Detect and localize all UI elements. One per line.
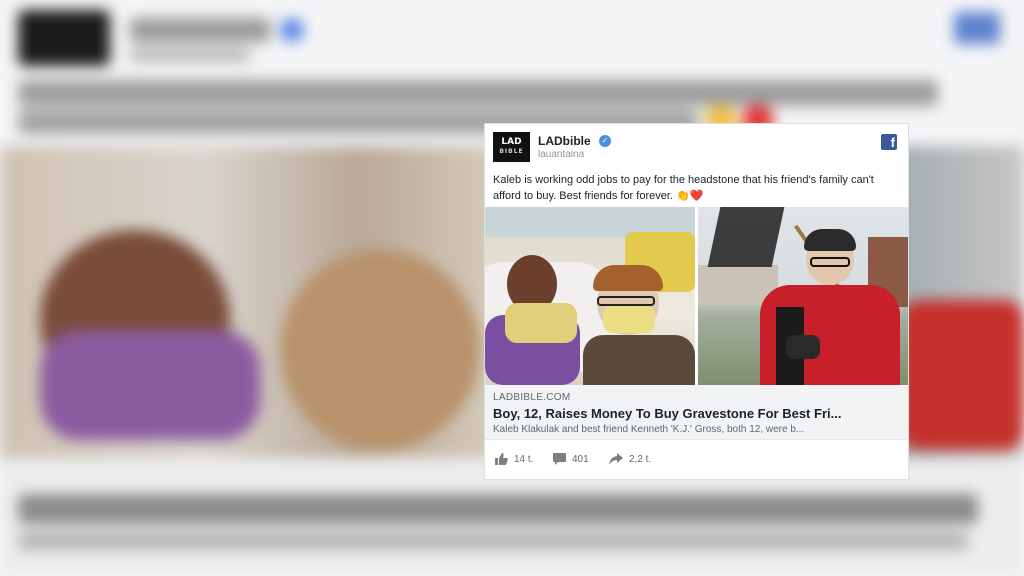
post-actions: 14 t. 401 2,2 t.: [485, 439, 908, 479]
thumbs-up-icon: [495, 453, 508, 465]
share-icon: [609, 453, 623, 465]
like-count: 14 t.: [514, 453, 534, 465]
link-domain: LADBIBLE.COM: [493, 392, 571, 403]
page-name-link[interactable]: LADbible: [538, 134, 591, 148]
logo-subtext: BIBLE: [499, 148, 524, 155]
comment-button[interactable]: 401: [553, 453, 589, 465]
share-count: 2,2 t.: [629, 453, 652, 465]
link-preview[interactable]: LADBIBLE.COM Boy, 12, Raises Money To Bu…: [485, 385, 908, 439]
like-button[interactable]: 14 t.: [495, 453, 533, 465]
facebook-post-card: LAD BIBLE LADbible ✓ lauantaina f Kaleb …: [485, 124, 908, 479]
verified-badge-icon: ✓: [599, 135, 611, 147]
post-header: LAD BIBLE LADbible ✓ lauantaina f: [485, 124, 908, 170]
comment-count: 401: [572, 453, 589, 465]
page-avatar[interactable]: LAD BIBLE: [493, 132, 530, 162]
link-title[interactable]: Boy, 12, Raises Money To Buy Gravestone …: [493, 406, 841, 421]
facebook-logo-icon[interactable]: f: [881, 134, 897, 150]
comment-icon: [553, 453, 566, 465]
link-description: Kaleb Klakulak and best friend Kenneth '…: [493, 424, 805, 435]
post-image[interactable]: [485, 207, 908, 385]
share-button[interactable]: 2,2 t.: [609, 453, 651, 465]
post-timestamp[interactable]: lauantaina: [538, 149, 584, 160]
post-message: Kaleb is working odd jobs to pay for the…: [493, 174, 874, 202]
logo-text: LAD: [501, 137, 522, 147]
yard-photo: [698, 207, 908, 385]
hospital-photo: [485, 207, 695, 385]
